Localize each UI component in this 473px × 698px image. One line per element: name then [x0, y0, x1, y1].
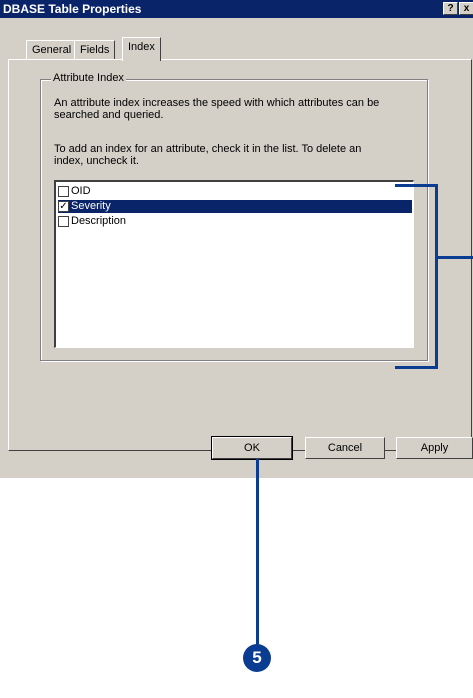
callout-step-line [256, 459, 259, 645]
group-label: Attribute Index [51, 72, 126, 84]
step-number-badge: 5 [243, 644, 271, 672]
field-label-description: Description [71, 215, 127, 227]
apply-button[interactable]: Apply [396, 437, 473, 459]
tab-general[interactable]: General [26, 40, 78, 60]
checkbox-oid[interactable] [58, 186, 69, 197]
callout-bracket-vertical [435, 184, 438, 369]
list-item[interactable]: Description [58, 215, 412, 228]
ok-button[interactable]: OK [211, 436, 293, 460]
instruction-line-2: index, uncheck it. [54, 155, 139, 167]
window-title: DBASE Table Properties [3, 2, 142, 16]
title-bar[interactable]: DBASE Table Properties ? x [0, 0, 473, 18]
list-item[interactable]: OID [58, 185, 412, 198]
callout-leader-line [438, 256, 473, 259]
close-button[interactable]: x [459, 2, 473, 15]
callout-bracket-bottom [395, 366, 438, 369]
dialog-window: DBASE Table Properties ? x General Field… [0, 0, 473, 478]
checkbox-severity[interactable]: ✓ [58, 201, 69, 212]
instruction-line-1: To add an index for an attribute, check … [54, 143, 362, 155]
callout-bracket-top [395, 184, 438, 187]
tab-fields[interactable]: Fields [74, 40, 116, 60]
description-line-1: An attribute index increases the speed w… [54, 97, 380, 109]
field-label-oid: OID [71, 185, 91, 197]
tab-index[interactable]: Index [122, 37, 161, 61]
checkbox-description[interactable] [58, 216, 69, 227]
field-list[interactable]: OID ✓ Severity Description [54, 180, 414, 348]
list-item[interactable]: ✓ Severity [58, 200, 412, 213]
description-line-2: searched and queried. [54, 109, 164, 121]
help-button[interactable]: ? [443, 2, 458, 15]
field-label-severity: Severity [71, 200, 111, 212]
cancel-button[interactable]: Cancel [305, 437, 385, 459]
